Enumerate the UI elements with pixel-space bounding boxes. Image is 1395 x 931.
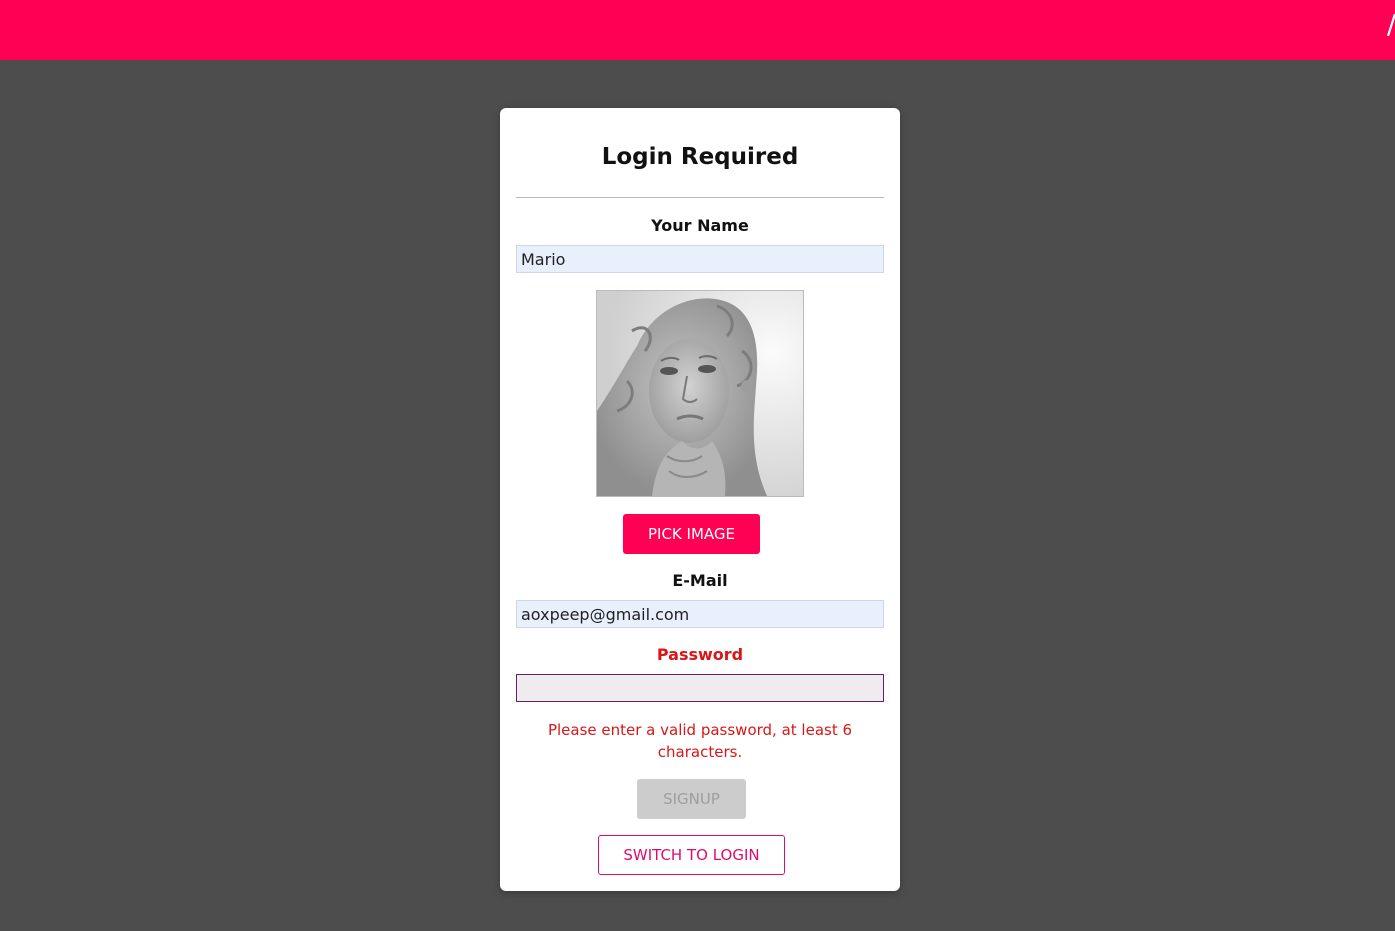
password-error-message: Please enter a valid password, at least … xyxy=(547,721,853,761)
password-input[interactable] xyxy=(516,674,884,702)
switch-to-login-button[interactable]: SWITCH TO LOGIN xyxy=(598,835,785,875)
email-label: E-Mail xyxy=(672,571,728,590)
pick-image-button[interactable]: PICK IMAGE xyxy=(623,514,760,554)
signup-button[interactable]: SIGNUP xyxy=(637,779,746,819)
name-input[interactable] xyxy=(516,245,884,273)
top-navigation-bar xyxy=(0,0,1395,60)
page-title: Login Required xyxy=(601,144,799,170)
email-input[interactable] xyxy=(516,600,884,628)
user-photo-preview xyxy=(597,291,803,496)
password-label: Password xyxy=(656,645,744,664)
auth-card: Login Required Your Name Mario PICK IMAG… xyxy=(500,108,900,891)
name-label: Your Name xyxy=(651,216,749,235)
nav-edge-fragment[interactable] xyxy=(1387,14,1395,36)
title-divider xyxy=(516,197,884,198)
image-preview xyxy=(596,290,804,497)
